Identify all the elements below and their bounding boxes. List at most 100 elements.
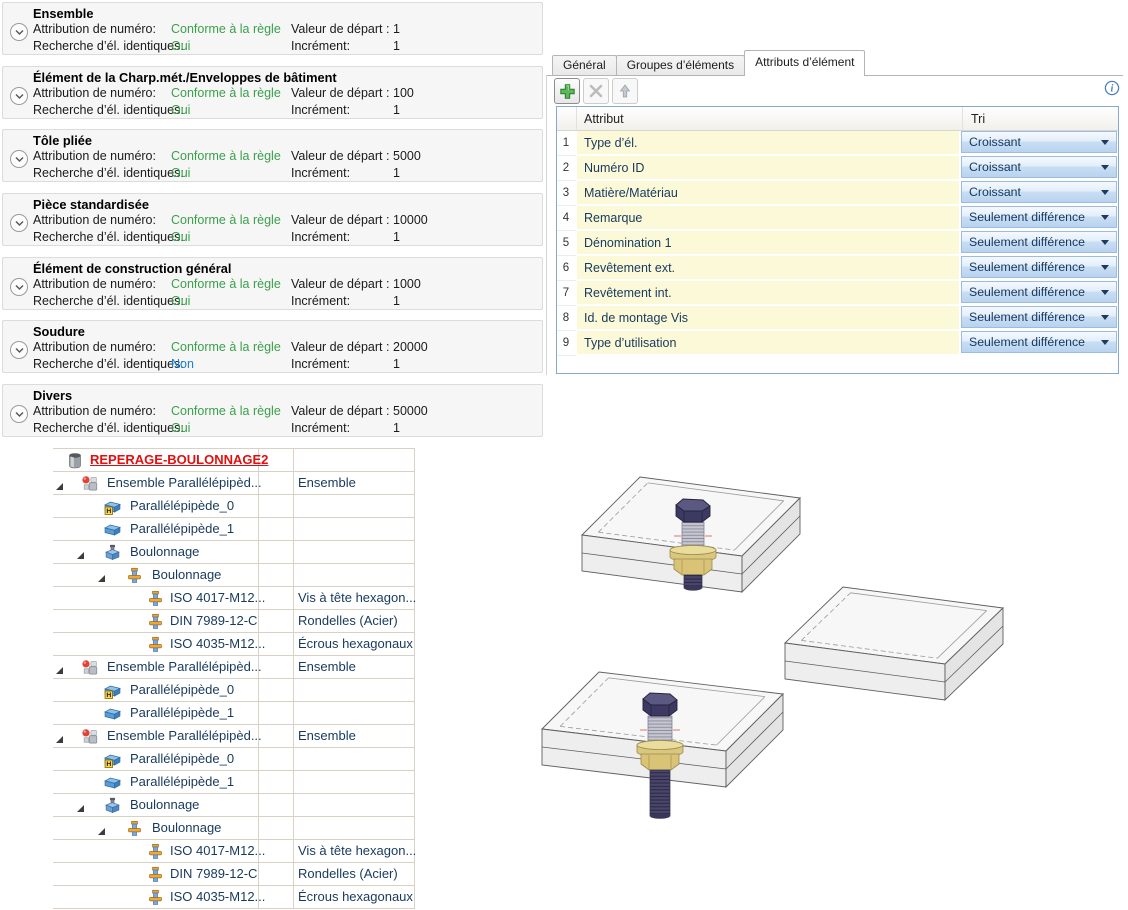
sort-dropdown[interactable]: Seulement différence [961, 206, 1117, 228]
row-number[interactable]: 9 [557, 331, 577, 356]
assembly-icon [81, 475, 98, 492]
tree-row[interactable]: DIN 7989-12-C Rondelles (Acier) [53, 863, 414, 886]
chevron-down-icon [1101, 165, 1109, 170]
bolt-group-icon [104, 797, 121, 814]
tab-attributs-d-élément[interactable]: Attributs d’élément [744, 50, 865, 76]
collapse-chevron-icon[interactable] [10, 150, 28, 168]
tree-row[interactable]: Ensemble Parallélépipèd... Ensemble [53, 725, 414, 748]
3d-viewport[interactable] [540, 440, 1128, 910]
attribute-name[interactable]: Revêtement int. [577, 281, 961, 306]
tree-row[interactable]: Boulonnage [53, 817, 414, 840]
tree-row[interactable]: ISO 4035-M12... Écrous hexagonaux [53, 633, 414, 656]
tree-item-type: Ensemble [298, 659, 356, 674]
bolt-group-icon [104, 544, 121, 561]
rule-search-label: Recherche d’él. identiques: [33, 294, 184, 308]
expand-arrow-icon[interactable] [55, 732, 64, 741]
expand-arrow-icon[interactable] [97, 571, 106, 580]
row-number[interactable]: 8 [557, 306, 577, 331]
bolted-assembly-top[interactable] [582, 477, 800, 592]
tree-row[interactable]: H Parallélépipède_0 [53, 679, 414, 702]
tree-row[interactable]: Boulonnage [53, 541, 414, 564]
tree-item-type: Rondelles (Acier) [298, 613, 398, 628]
info-icon[interactable]: i [1104, 80, 1120, 96]
expand-arrow-icon[interactable] [76, 548, 85, 557]
numbering-rule-panel: Pièce standardisée Attribution de numéro… [2, 193, 543, 246]
row-number[interactable]: 1 [557, 131, 577, 156]
attribute-name[interactable]: Dénomination 1 [577, 231, 961, 256]
row-number[interactable]: 3 [557, 181, 577, 206]
attribute-name[interactable]: Remarque [577, 206, 961, 231]
tree-row[interactable]: Parallélépipède_1 [53, 771, 414, 794]
part-doc-icon [66, 452, 83, 469]
tree-row[interactable]: ISO 4017-M12... Vis à tête hexagon... [53, 840, 414, 863]
collapse-chevron-icon[interactable] [10, 278, 28, 296]
attribute-name[interactable]: Type d’él. [577, 131, 961, 156]
attribute-name[interactable]: Matière/Matériau [577, 181, 961, 206]
tree-row[interactable]: Ensemble Parallélépipèd... Ensemble [53, 656, 414, 679]
tree-row[interactable]: REPERAGE-BOULONNAGE2 [53, 449, 414, 472]
sort-dropdown[interactable]: Croissant [961, 156, 1117, 178]
expand-arrow-icon[interactable] [55, 663, 64, 672]
chevron-down-icon [1101, 215, 1109, 220]
sort-dropdown[interactable]: Croissant [961, 131, 1117, 153]
expand-arrow-icon[interactable] [76, 801, 85, 810]
expand-arrow-icon[interactable] [55, 479, 64, 488]
sort-dropdown[interactable]: Seulement différence [961, 331, 1117, 353]
row-number[interactable]: 7 [557, 281, 577, 306]
tree-row[interactable]: Parallélépipède_1 [53, 518, 414, 541]
tree-item-type: Ensemble [298, 728, 356, 743]
rule-increment-value: 1 [393, 230, 400, 244]
rule-start-label: Valeur de départ : [291, 213, 389, 227]
attribute-name[interactable]: Type d’utilisation [577, 331, 961, 356]
tree-row[interactable]: ISO 4017-M12... Vis à tête hexagon... [53, 587, 414, 610]
svg-text:H: H [106, 692, 111, 699]
collapse-chevron-icon[interactable] [10, 405, 28, 423]
sort-dropdown[interactable]: Seulement différence [961, 306, 1117, 328]
attribute-name[interactable]: Numéro ID [577, 156, 961, 181]
tree-row[interactable]: Boulonnage [53, 564, 414, 587]
expand-arrow-icon[interactable] [97, 824, 106, 833]
rule-search-value: Oui [171, 421, 190, 435]
rule-start-value: 10000 [393, 213, 428, 227]
row-number[interactable]: 2 [557, 156, 577, 181]
tree-row[interactable]: H Parallélépipède_0 [53, 748, 414, 771]
tree-row[interactable]: H Parallélépipède_0 [53, 495, 414, 518]
bolt-icon [147, 866, 164, 883]
tab-général[interactable]: Général [552, 55, 617, 75]
tree-row[interactable]: Ensemble Parallélépipèd... Ensemble [53, 472, 414, 495]
tree-row[interactable]: DIN 7989-12-C Rondelles (Acier) [53, 610, 414, 633]
tree-row[interactable]: Parallélépipède_1 [53, 702, 414, 725]
collapse-chevron-icon[interactable] [10, 23, 28, 41]
rule-attribution-value: Conforme à la règle [171, 22, 281, 36]
attribute-name[interactable]: Id. de montage Vis [577, 306, 961, 331]
model-tree: REPERAGE-BOULONNAGE2 Ensemble Parallélép… [53, 448, 415, 909]
move-up-attribute-button[interactable] [612, 78, 638, 104]
rule-title: Soudure [33, 324, 85, 339]
tree-row[interactable]: Boulonnage [53, 794, 414, 817]
tab-groupes-d-éléments[interactable]: Groupes d’éléments [616, 55, 745, 75]
row-number[interactable]: 6 [557, 256, 577, 281]
sort-dropdown[interactable]: Croissant [961, 181, 1117, 203]
plate-stack-right[interactable] [785, 587, 1003, 700]
tree-row[interactable]: ISO 4035-M12... Écrous hexagonaux [53, 886, 414, 909]
rule-start-value: 100 [393, 86, 414, 100]
collapse-chevron-icon[interactable] [10, 341, 28, 359]
rule-attribution-label: Attribution de numéro: [33, 149, 156, 163]
rule-increment-label: Incrément: [291, 230, 350, 244]
numbering-rules-list: Ensemble Attribution de numéro: Conforme… [2, 0, 543, 442]
bolt-icon [147, 636, 164, 653]
attribute-name[interactable]: Revêtement ext. [577, 256, 961, 281]
sort-dropdown[interactable]: Seulement différence [961, 281, 1117, 303]
collapse-chevron-icon[interactable] [10, 87, 28, 105]
delete-attribute-button[interactable] [583, 78, 609, 104]
add-attribute-button[interactable] [554, 78, 580, 104]
svg-text:i: i [1111, 84, 1114, 95]
row-number[interactable]: 5 [557, 231, 577, 256]
attribute-row: 1 Type d’él. Croissant [557, 131, 1118, 156]
bolted-assembly-bottom[interactable] [542, 672, 783, 819]
collapse-chevron-icon[interactable] [10, 214, 28, 232]
cad-numbering-screen: Ensemble Attribution de numéro: Conforme… [0, 0, 1128, 910]
sort-dropdown[interactable]: Seulement différence [961, 256, 1117, 278]
row-number[interactable]: 4 [557, 206, 577, 231]
sort-dropdown[interactable]: Seulement différence [961, 231, 1117, 253]
